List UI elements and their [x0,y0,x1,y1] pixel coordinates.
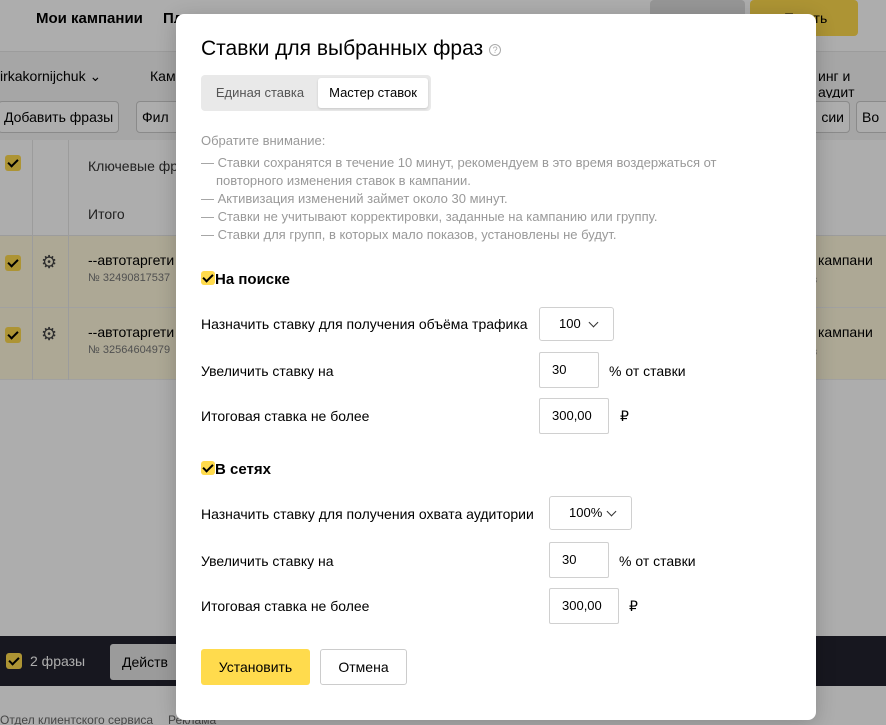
notice-item: — Ставки сохранятся в течение 10 минут, … [201,155,717,170]
ruble-sign: ₽ [620,408,629,424]
chevron-down-icon [606,506,617,517]
notice-item: — Ставки для групп, в которых мало показ… [201,227,617,242]
networks-max-label: Итоговая ставка не более [201,598,370,614]
coverage-select[interactable]: 100% [549,496,632,530]
ruble-sign: ₽ [629,598,638,614]
cancel-button[interactable]: Отмена [320,649,407,685]
coverage-label: Назначить ставку для получения охвата ау… [201,506,534,522]
submit-button[interactable]: Установить [201,649,310,685]
bid-mode-tabs: Единая ставка Мастер ставок [201,75,431,111]
notice-item-cont: повторного изменения ставок в кампании. [216,173,471,188]
networks-checkbox[interactable] [201,461,215,475]
notice-heading: Обратите внимание: [201,133,326,148]
networks-increase-input[interactable]: 30 [549,542,609,578]
networks-increase-label: Увеличить ставку на [201,553,334,569]
search-increase-input[interactable]: 30 [539,352,599,388]
tab-single-bid[interactable]: Единая ставка [204,78,316,108]
search-checkbox[interactable] [201,271,215,285]
chevron-down-icon [588,317,599,328]
traffic-select[interactable]: 100 [539,307,614,341]
search-increase-unit: % от ставки [609,363,686,379]
search-max-input[interactable]: 300,00 [539,398,609,434]
notice-item: — Активизация изменений займет около 30 … [201,191,508,206]
networks-max-input[interactable]: 300,00 [549,588,619,624]
modal-title: Ставки для выбранных фраз? [201,37,502,61]
tab-bid-master[interactable]: Мастер ставок [318,78,428,108]
search-max-label: Итоговая ставка не более [201,408,370,424]
networks-section-title[interactable]: В сетях [201,461,271,478]
search-section-title[interactable]: На поиске [201,271,290,288]
help-icon[interactable]: ? [489,44,502,56]
traffic-label: Назначить ставку для получения объёма тр… [201,316,528,332]
networks-increase-unit: % от ставки [619,553,696,569]
notice-block: Обратите внимание: — Ставки сохранятся в… [201,132,717,244]
bids-modal: Ставки для выбранных фраз? Единая ставка… [176,14,816,720]
search-increase-label: Увеличить ставку на [201,363,334,379]
notice-item: — Ставки не учитывают корректировки, зад… [201,209,658,224]
